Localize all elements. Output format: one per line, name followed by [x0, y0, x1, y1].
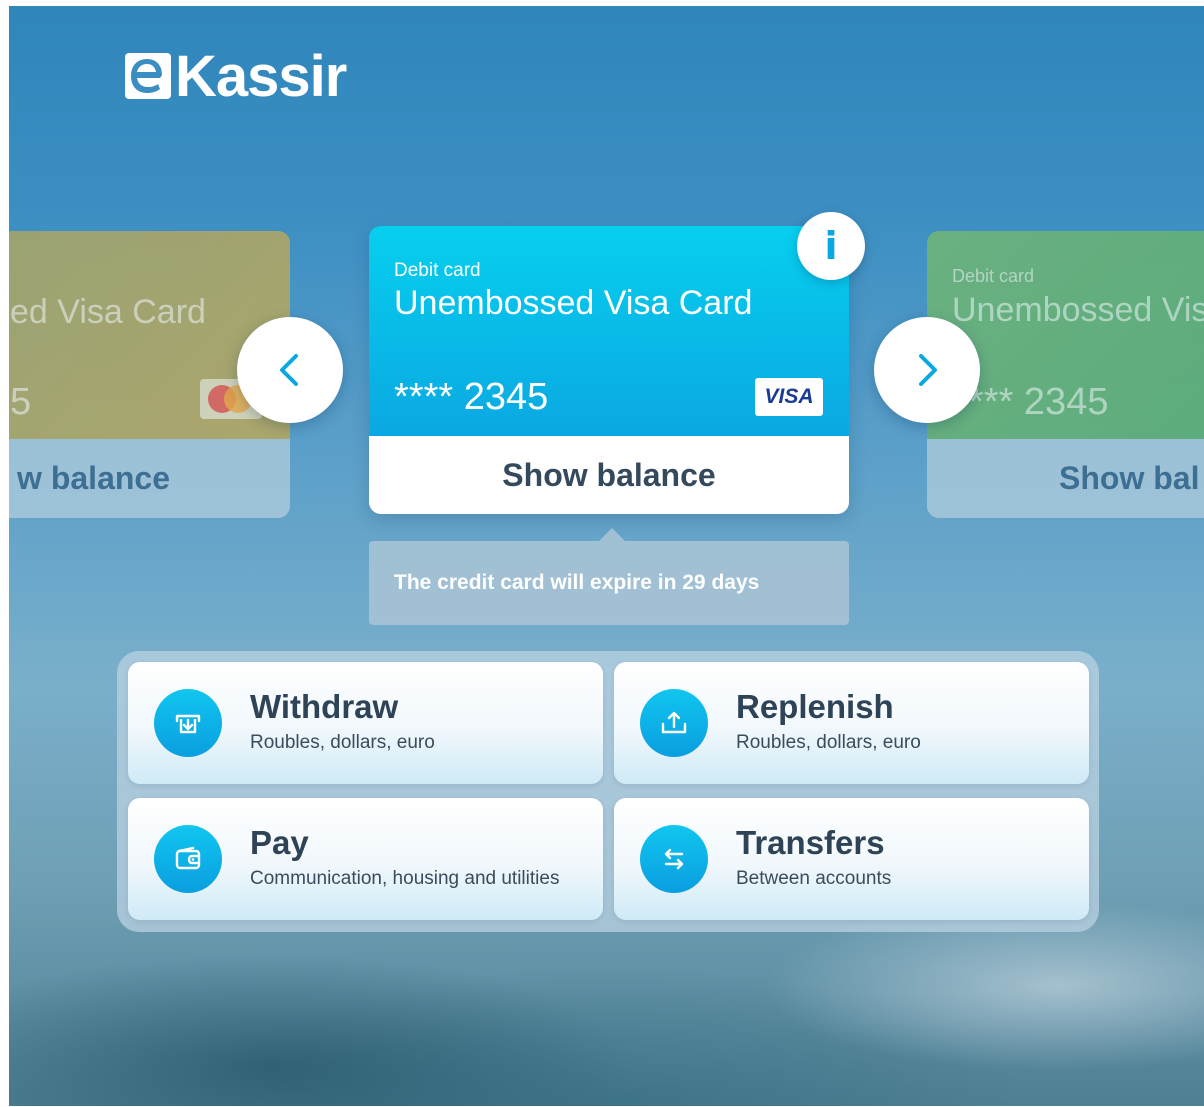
replenish-subtitle: Roubles, dollars, euro: [736, 732, 921, 753]
pay-subtitle: Communication, housing and utilities: [250, 868, 560, 889]
transfers-subtitle: Between accounts: [736, 868, 892, 889]
card-next-number: *** 2345: [969, 381, 1109, 423]
card-previous-show-balance[interactable]: w balance: [9, 439, 290, 518]
kiosk-screen: Kassir ed Visa Card 5 w balance Debit ca…: [9, 6, 1204, 1106]
actions-panel: Withdraw Roubles, dollars, euro Replenis…: [117, 651, 1099, 932]
visa-logo: VISA: [755, 378, 823, 416]
withdraw-button[interactable]: Withdraw Roubles, dollars, euro: [128, 662, 603, 784]
notice-pointer: [599, 528, 625, 541]
chevron-right-icon: [919, 354, 937, 386]
pay-button[interactable]: Pay Communication, housing and utilities: [128, 798, 603, 920]
card-next-name: Unembossed Vis: [952, 291, 1204, 329]
card-previous-face: ed Visa Card 5: [9, 231, 290, 439]
previous-card-button[interactable]: [237, 317, 343, 423]
replenish-button[interactable]: Replenish Roubles, dollars, euro: [614, 662, 1089, 784]
card-next-face: Debit card Unembossed Vis *** 2345: [927, 231, 1204, 439]
withdraw-title: Withdraw: [250, 688, 399, 725]
expiry-notice: The credit card will expire in 29 days: [369, 541, 849, 625]
card-name: Unembossed Visa Card: [394, 284, 753, 322]
card-type: Debit card: [394, 260, 481, 281]
next-card-button[interactable]: [874, 317, 980, 423]
transfers-button[interactable]: Transfers Between accounts: [614, 798, 1089, 920]
ekassir-logo: Kassir: [125, 44, 347, 109]
logo-e-mark: [125, 53, 171, 99]
card-number: **** 2345: [394, 376, 549, 418]
card-current[interactable]: Debit card Unembossed Visa Card **** 234…: [369, 212, 865, 514]
wallet-icon: [154, 825, 222, 893]
card-next-type: Debit card: [952, 266, 1035, 286]
info-button[interactable]: i: [797, 212, 865, 280]
card-previous-name: ed Visa Card: [10, 293, 206, 331]
info-icon: i: [824, 224, 838, 268]
replenish-icon: [640, 689, 708, 757]
withdraw-icon: [154, 689, 222, 757]
card-next-show-balance[interactable]: Show bal: [927, 439, 1204, 518]
card-previous-number: 5: [10, 381, 32, 423]
withdraw-subtitle: Roubles, dollars, euro: [250, 732, 435, 753]
transfers-title: Transfers: [736, 824, 885, 861]
replenish-title: Replenish: [736, 688, 894, 725]
card-current-face: Debit card Unembossed Visa Card **** 234…: [369, 226, 849, 436]
transfer-icon: [640, 825, 708, 893]
chevron-left-icon: [280, 354, 298, 386]
pay-title: Pay: [250, 824, 309, 861]
logo-text: Kassir: [175, 43, 347, 109]
show-balance-button[interactable]: Show balance: [369, 436, 849, 514]
expiry-notice-text: The credit card will expire in 29 days: [394, 571, 760, 594]
